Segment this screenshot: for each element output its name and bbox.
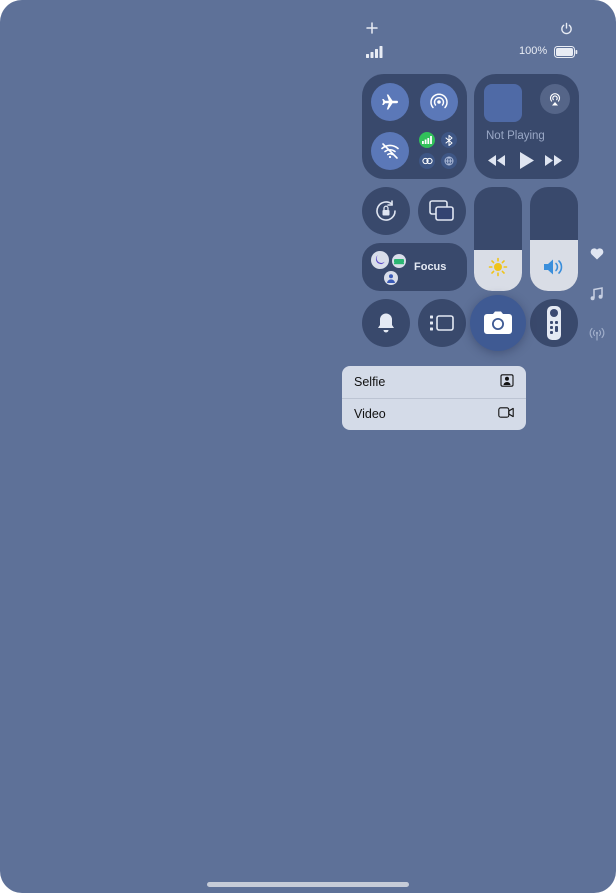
battery-icon xyxy=(554,45,578,58)
power-icon[interactable] xyxy=(557,19,575,37)
remote-icon xyxy=(547,306,561,340)
screen-mirroring-icon xyxy=(429,200,454,221)
camera-icon xyxy=(484,311,512,334)
fast-forward-icon[interactable] xyxy=(544,153,564,167)
apple-tv-remote-button[interactable] xyxy=(530,299,578,347)
airdrop-icon[interactable] xyxy=(420,83,458,121)
video-camera-icon xyxy=(498,407,514,421)
moon-icon xyxy=(371,251,389,269)
cellular-icon[interactable] xyxy=(419,132,435,148)
menu-item-label: Video xyxy=(354,407,386,421)
brightness-slider[interactable] xyxy=(474,187,522,291)
bell-icon xyxy=(378,313,394,333)
silent-mode-button[interactable] xyxy=(362,299,410,347)
home-indicator[interactable] xyxy=(207,882,409,887)
rotation-lock-icon xyxy=(376,200,396,221)
menu-item-video[interactable]: Video xyxy=(342,398,526,430)
camera-button[interactable] xyxy=(470,295,526,351)
wifi-off-icon[interactable] xyxy=(371,132,409,170)
menu-item-label: Selfie xyxy=(354,375,386,389)
selfie-portrait-icon xyxy=(500,374,514,390)
vpn-icon[interactable] xyxy=(441,153,457,169)
music-note-icon[interactable] xyxy=(590,287,606,303)
sun-icon xyxy=(488,257,508,277)
bluetooth-icon[interactable] xyxy=(441,132,457,148)
hotspot-icon[interactable] xyxy=(419,153,435,169)
connectivity-tile xyxy=(362,74,467,179)
focus-label: Focus xyxy=(414,261,447,273)
rotation-lock-button[interactable] xyxy=(362,187,410,235)
airplane-icon[interactable] xyxy=(371,83,409,121)
speaker-icon xyxy=(542,257,566,277)
battery-percent: 100% xyxy=(519,45,548,57)
stage-manager-icon xyxy=(430,315,454,331)
airplay-icon[interactable] xyxy=(540,84,570,114)
screen-mirroring-button[interactable] xyxy=(418,187,466,235)
signal-strength-icon xyxy=(366,45,384,58)
now-playing-tile[interactable]: Not Playing xyxy=(474,74,579,179)
stage-manager-button[interactable] xyxy=(418,299,466,347)
plus-icon[interactable] xyxy=(363,19,381,37)
bed-icon xyxy=(392,254,406,268)
menu-item-selfie[interactable]: Selfie xyxy=(342,366,526,398)
focus-tile[interactable]: Focus xyxy=(362,243,467,291)
rewind-icon[interactable] xyxy=(487,153,507,167)
camera-options-menu: Selfie Video xyxy=(342,366,526,430)
broadcast-icon[interactable] xyxy=(589,327,607,343)
control-center-screen: 100% Not Playing Focus Selfie Video xyxy=(0,0,616,893)
volume-slider[interactable] xyxy=(530,187,578,291)
person-focus-icon xyxy=(384,271,398,285)
now-playing-status: Not Playing xyxy=(486,130,545,142)
album-artwork xyxy=(484,84,522,122)
heart-icon[interactable] xyxy=(590,247,606,263)
play-icon[interactable] xyxy=(518,151,536,169)
